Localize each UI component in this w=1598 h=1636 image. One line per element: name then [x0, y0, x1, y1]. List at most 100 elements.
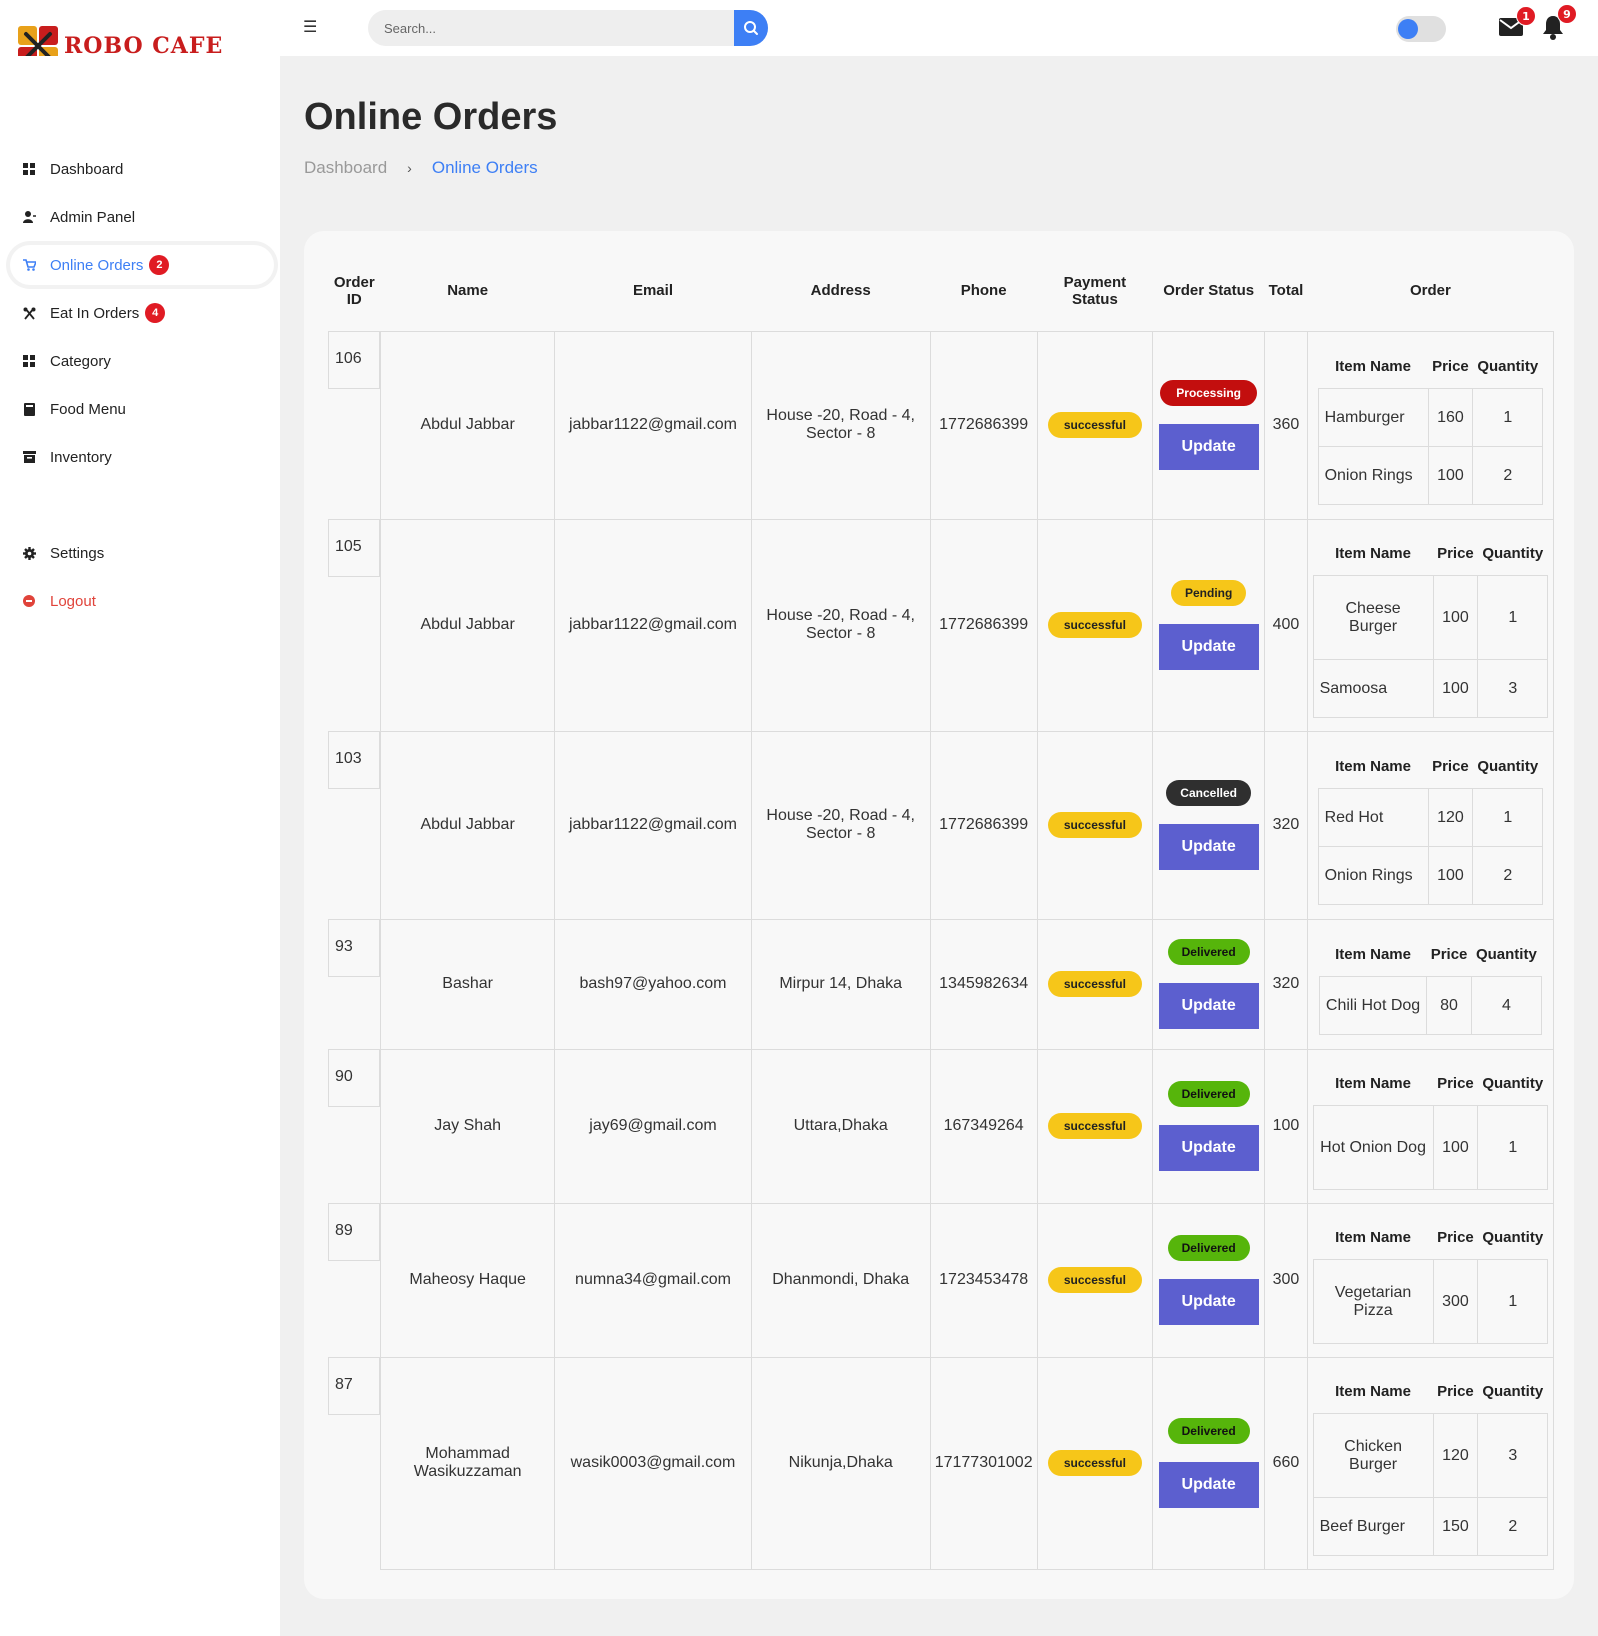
mail-button[interactable]: 1	[1498, 6, 1536, 42]
customer-name: Abdul Jabbar	[379, 730, 556, 920]
sidebar-item-label: Inventory	[50, 448, 112, 466]
order-id: 87	[328, 1357, 380, 1415]
update-button[interactable]: Update	[1158, 824, 1259, 870]
order-id: 105	[328, 519, 380, 577]
item-name-header: Item Name	[1335, 758, 1411, 775]
sidebar-item-label: Logout	[50, 592, 96, 610]
breadcrumb-home-link[interactable]: Dashboard	[304, 158, 387, 178]
item-name-header: Item Name	[1335, 1075, 1411, 1092]
item-price: 100	[1432, 575, 1479, 661]
customer-name: Abdul Jabbar	[379, 518, 556, 732]
customer-email: jay69@gmail.com	[554, 1048, 752, 1204]
search-bar	[368, 10, 768, 46]
order-id: 90	[328, 1049, 380, 1107]
header-order: Order	[1409, 282, 1451, 300]
quantity-header: Quantity	[1477, 358, 1539, 375]
customer-name: Bashar	[379, 918, 556, 1050]
customer-name: Maheosy Haque	[379, 1202, 556, 1358]
table-row: 90 Jay Shah jay69@gmail.com Uttara,Dhaka…	[328, 1048, 1555, 1204]
order-items-table: Item Name Price Quantity Vegetarian Pizza 3…	[1312, 1216, 1549, 1345]
customer-name: Jay Shah	[379, 1048, 556, 1204]
item-quantity: 2	[1472, 446, 1544, 506]
sidebar-item-admin-panel[interactable]: Admin Panel	[10, 197, 274, 237]
item-price: 300	[1432, 1259, 1479, 1345]
quantity-header: Quantity	[1475, 946, 1537, 963]
customer-address: House -20, Road - 4, Sector - 8	[750, 730, 931, 920]
customer-address: Dhanmondi, Dhaka	[750, 1202, 931, 1358]
sidebar-item-settings[interactable]: Settings	[10, 533, 274, 573]
table-row: 106 Abdul Jabbar jabbar1122@gmail.com Ho…	[328, 330, 1555, 520]
orders-card: Order ID Name Email Address Phone Paymen…	[304, 231, 1574, 1599]
customer-phone: 167349264	[929, 1048, 1038, 1204]
item-name: Cheese Burger	[1312, 575, 1434, 661]
grid-icon	[22, 162, 36, 176]
price-header: Price	[1437, 1383, 1474, 1400]
sidebar-item-logout[interactable]: Logout	[10, 581, 274, 621]
order-total: 400	[1264, 518, 1308, 732]
update-button[interactable]: Update	[1158, 1125, 1259, 1171]
sidebar-item-category[interactable]: Category	[10, 341, 274, 381]
order-total: 300	[1264, 1202, 1308, 1358]
item-name: Beef Burger	[1312, 1497, 1434, 1557]
order-id: 103	[328, 731, 380, 789]
order-status-badge: Processing	[1160, 380, 1257, 406]
order-status-badge: Cancelled	[1166, 780, 1251, 806]
sidebar-item-eat-in-orders[interactable]: Eat In Orders 4	[10, 293, 274, 333]
update-button[interactable]: Update	[1158, 983, 1259, 1029]
breadcrumb-separator-icon: ›	[407, 160, 412, 176]
item-name: Samoosa	[1312, 659, 1434, 719]
sidebar-item-inventory[interactable]: Inventory	[10, 437, 274, 477]
header-payment-status: Payment Status	[1063, 273, 1127, 308]
restaurant-icon	[22, 306, 36, 320]
sidebar-item-label: Dashboard	[50, 160, 124, 178]
price-header: Price	[1437, 545, 1474, 562]
item-name: Chicken Burger	[1312, 1413, 1434, 1499]
user-icon	[22, 210, 36, 224]
item-quantity: 1	[1477, 575, 1549, 661]
item-name-header: Item Name	[1335, 545, 1411, 562]
customer-phone: 1772686399	[929, 518, 1038, 732]
top-bar: ROBO CAFE ☰ 1 9	[0, 0, 1598, 66]
update-button[interactable]: Update	[1158, 1279, 1259, 1325]
payment-status-badge: successful	[1047, 412, 1142, 438]
item-name-header: Item Name	[1335, 358, 1411, 375]
table-row: 105 Abdul Jabbar jabbar1122@gmail.com Ho…	[328, 518, 1555, 732]
header-email: Email	[632, 282, 673, 300]
item-quantity: 1	[1472, 388, 1544, 448]
sidebar-item-online-orders[interactable]: Online Orders 2	[10, 245, 274, 285]
notifications-button[interactable]: 9	[1541, 4, 1577, 44]
update-button[interactable]: Update	[1158, 424, 1259, 470]
item-name: Red Hot	[1317, 788, 1429, 848]
order-items-table: Item Name Price Quantity Red Hot 120 1 Onion…	[1317, 745, 1544, 906]
order-id: 106	[328, 331, 380, 389]
order-total: 360	[1264, 330, 1308, 520]
search-icon	[744, 21, 758, 35]
sidebar-item-food-menu[interactable]: Food Menu	[10, 389, 274, 429]
theme-toggle[interactable]	[1396, 16, 1446, 42]
table-row: 103 Abdul Jabbar jabbar1122@gmail.com Ho…	[328, 730, 1555, 920]
header-order-status: Order Status	[1163, 282, 1255, 300]
search-input[interactable]	[368, 10, 734, 46]
update-button[interactable]: Update	[1158, 624, 1259, 670]
page-title: Online Orders	[304, 96, 558, 138]
order-status-badge: Delivered	[1167, 939, 1250, 965]
item-quantity: 1	[1477, 1105, 1549, 1191]
payment-status-badge: successful	[1047, 612, 1142, 638]
order-status-badge: Delivered	[1167, 1235, 1250, 1261]
logout-icon	[22, 594, 36, 608]
order-total: 320	[1264, 918, 1308, 1050]
customer-email: jabbar1122@gmail.com	[554, 518, 752, 732]
search-button[interactable]	[734, 10, 768, 46]
quantity-header: Quantity	[1477, 758, 1539, 775]
eat-in-orders-badge: 4	[145, 303, 166, 323]
sidebar-item-label: Category	[50, 352, 111, 370]
menu-toggle-icon[interactable]: ☰	[303, 17, 317, 36]
update-button[interactable]: Update	[1158, 1462, 1259, 1508]
order-item-row: Samoosa 100 3	[1312, 659, 1549, 719]
customer-name: Mohammad Wasikuzzaman	[379, 1356, 556, 1570]
notification-count-badge: 9	[1557, 4, 1577, 24]
breadcrumb-current[interactable]: Online Orders	[432, 158, 538, 178]
item-quantity: 1	[1477, 1259, 1549, 1345]
price-header: Price	[1430, 946, 1468, 963]
sidebar-item-dashboard[interactable]: Dashboard	[10, 149, 274, 189]
